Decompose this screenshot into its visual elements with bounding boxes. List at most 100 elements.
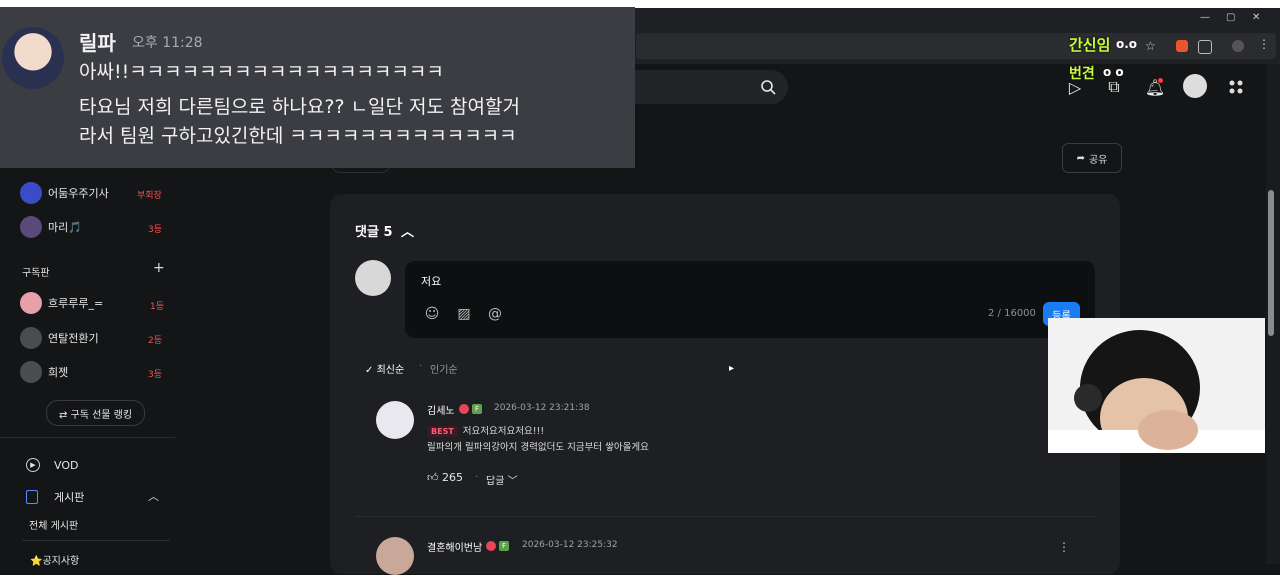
notification-dot: [1158, 78, 1163, 83]
member-rank-badge: 3등: [148, 225, 163, 235]
subscriber-badge-icon: [459, 404, 469, 414]
board-divider: [22, 540, 170, 541]
subscriber-rank-badge: 1등: [150, 302, 165, 312]
vod-label: VOD: [54, 458, 79, 472]
thumbs-up-icon: 👍︎: [427, 471, 439, 484]
comment-divider: [355, 516, 1095, 517]
profile-icon[interactable]: [1232, 40, 1244, 52]
stream-icon[interactable]: ⧉: [1103, 76, 1125, 98]
reply-label: 답글: [486, 476, 505, 487]
comment-date: 2026-03-12 23:25:32: [522, 540, 618, 550]
member-name: 마리🎵: [48, 221, 82, 234]
sort-latest[interactable]: ✓ 최신순: [365, 361, 404, 376]
subscriber-rank-badge: 3등: [148, 370, 163, 380]
image-icon[interactable]: ▨: [455, 305, 473, 323]
comments-count: 댓글 5: [355, 225, 393, 240]
sidebar-item-subscriber[interactable]: 흐루루루_=: [20, 292, 103, 314]
comment-input[interactable]: 저요: [421, 273, 441, 289]
webcam-overlay: [1048, 318, 1265, 453]
scrollbar-thumb[interactable]: [1268, 190, 1274, 336]
share-label: 공유: [1088, 154, 1108, 166]
chat-time: 오후 11:28: [132, 35, 203, 51]
streamer-illustration: [1048, 318, 1265, 453]
notice-link[interactable]: ⭐공지사항: [30, 552, 79, 567]
chat-user-avatar: [2, 27, 64, 89]
search-icon[interactable]: [760, 79, 776, 95]
emoji-icon[interactable]: ☺: [423, 305, 441, 323]
maximize-icon[interactable]: ▢: [1226, 12, 1235, 23]
share-icon: ➦: [1076, 152, 1085, 164]
stream-overlay-text: 간신임: [1069, 36, 1111, 54]
extensions-puzzle-icon[interactable]: [1198, 40, 1212, 54]
subscriber-avatar: [20, 361, 42, 383]
mention-icon[interactable]: @: [486, 305, 504, 323]
board-label: 게시판: [54, 491, 85, 504]
star-icon[interactable]: ☆: [1145, 39, 1156, 53]
best-badge: BEST: [427, 426, 458, 437]
avatar[interactable]: [1183, 74, 1207, 98]
chat-message-line1: 아싸!!ㅋㅋㅋㅋㅋㅋㅋㅋㅋㅋㅋㅋㅋㅋㅋㅋㅋㅋ: [79, 61, 444, 83]
sort-latest-label: 최신순: [376, 365, 405, 376]
sort-popular[interactable]: 인기순: [430, 361, 458, 376]
subscriber-avatar: [20, 292, 42, 314]
board-all-link[interactable]: 전체 게시판: [29, 517, 78, 532]
live-icon[interactable]: ▷: [1064, 76, 1086, 98]
close-icon[interactable]: ✕: [1252, 12, 1260, 23]
chevron-up-icon: ︿: [401, 225, 415, 240]
comment-text: 저요저요저요저요!!!: [462, 426, 545, 437]
member-avatar: [20, 182, 42, 204]
sidebar-item-vod[interactable]: ▶ VOD: [26, 454, 78, 476]
gift-ranking-button[interactable]: ⇄ 구독 선물 랭킹: [46, 400, 145, 426]
sidebar-item-member[interactable]: 어둠우주기사: [20, 182, 109, 204]
sort-separator: ·: [419, 361, 423, 372]
chevron-down-icon: ﹀: [507, 476, 518, 487]
apps-grid-icon[interactable]: [1225, 76, 1247, 98]
subscriber-name: 연탈전환기: [48, 332, 99, 345]
board-icon: [26, 490, 38, 504]
comment-body-line2: 릴파의개 릴파의강아지 경력없더도 지금부터 쌓아올게요: [427, 442, 649, 453]
sidebar-item-subscriber[interactable]: 연탈전환기: [20, 327, 99, 349]
subscriber-rank-badge: 2등: [148, 336, 163, 346]
member-rank-badge: 부회장: [137, 191, 162, 201]
subscriber-name: 희젯: [48, 366, 69, 379]
subscriber-avatar: [20, 327, 42, 349]
chat-message-line3: 라서 팀원 구하고있긴한데 ㅋㅋㅋㅋㅋㅋㅋㅋㅋㅋㅋㅋㅋ: [79, 125, 517, 147]
play-icon: ▶: [26, 458, 40, 472]
sidebar-divider: [0, 437, 175, 438]
commenter-name[interactable]: 김세노: [427, 402, 455, 417]
bell-icon[interactable]: 🔔︎: [1144, 76, 1166, 98]
gift-ranking-label: ⇄ 구독 선물 랭킹: [58, 409, 133, 421]
commenter-avatar[interactable]: [376, 401, 414, 439]
more-options-icon[interactable]: ⋮: [1058, 540, 1070, 554]
action-separator: ·: [475, 472, 479, 483]
chat-username: 릴파: [79, 31, 116, 55]
stream-overlay-circles: o.o: [1116, 37, 1138, 51]
minimize-icon[interactable]: —: [1200, 12, 1210, 23]
comments-card: [330, 194, 1120, 574]
extension-icon[interactable]: [1176, 40, 1188, 52]
chat-message-line2: 타요님 저희 다른팀으로 하나요?? ㄴ일단 저도 참여할거: [79, 96, 520, 118]
sidebar-item-member[interactable]: 마리🎵: [20, 216, 82, 238]
sidebar-item-board[interactable]: 게시판: [26, 486, 84, 508]
add-icon[interactable]: +: [153, 260, 165, 276]
comment-composer[interactable]: 저요 ☺ ▨ @ 2 / 16000 등록: [405, 261, 1095, 338]
subscriber-badge-icon: [486, 541, 496, 551]
sidebar-item-subscriber[interactable]: 희젯: [20, 361, 68, 383]
chevron-up-icon[interactable]: ︿: [148, 488, 159, 504]
commenter-avatar[interactable]: [376, 537, 414, 575]
chat-overlay: 릴파 오후 11:28 아싸!!ㅋㅋㅋㅋㅋㅋㅋㅋㅋㅋㅋㅋㅋㅋㅋㅋㅋㅋ 타요님 저…: [0, 7, 635, 168]
mouse-cursor: ▸: [729, 363, 735, 374]
reply-button[interactable]: 답글 ﹀: [486, 472, 518, 487]
fan-badge-icon: F: [499, 541, 509, 551]
subscription-section-title: 구독판: [22, 268, 50, 279]
fan-badge-icon: F: [472, 404, 482, 414]
member-name: 어둠우주기사: [48, 187, 109, 200]
char-count: 2 / 16000: [988, 308, 1036, 319]
comments-header[interactable]: 댓글 5 ︿: [355, 221, 414, 240]
comment-body-line1: BEST 저요저요저요저요!!!: [427, 423, 544, 437]
commenter-name[interactable]: 결혼해이번남: [427, 539, 482, 554]
member-avatar: [20, 216, 42, 238]
share-button[interactable]: ➦ 공유: [1062, 143, 1122, 173]
menu-dots-icon[interactable]: ⋮: [1258, 37, 1270, 51]
like-button[interactable]: 👍︎ 265: [427, 471, 463, 484]
